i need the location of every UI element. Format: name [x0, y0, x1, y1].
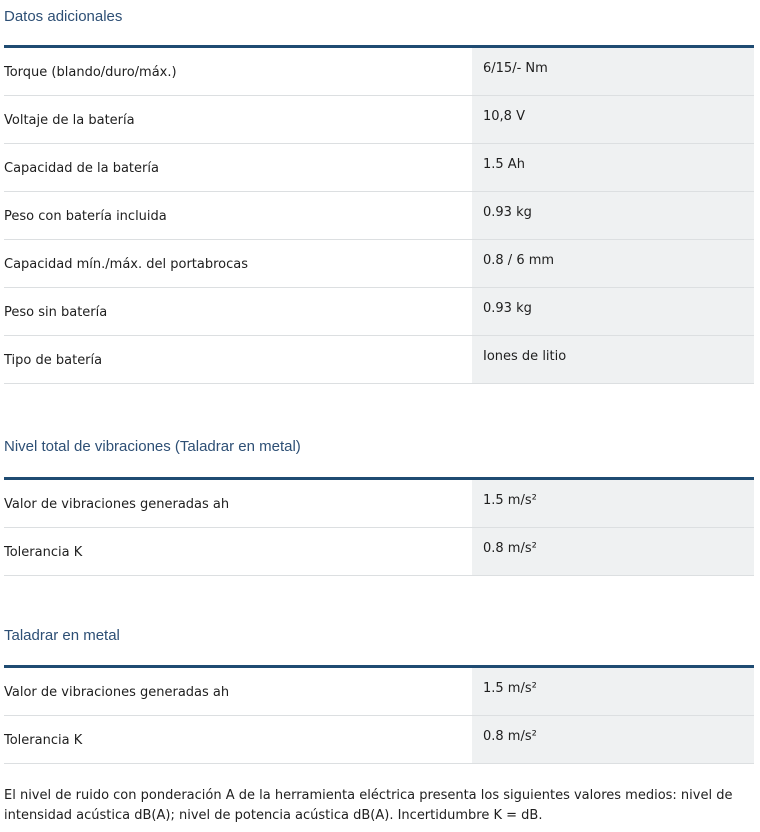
spec-value: 6/15/- Nm	[472, 48, 754, 95]
spec-label: Tipo de batería	[4, 353, 103, 368]
table-row: Peso sin batería 0.93 kg	[4, 288, 754, 336]
spec-label: Valor de vibraciones generadas ah	[4, 497, 230, 512]
spec-value: 1.5 m/s²	[472, 668, 754, 715]
spec-label: Valor de vibraciones generadas ah	[4, 685, 230, 700]
spec-table-nivel-total-vibraciones: Valor de vibraciones generadas ah 1.5 m/…	[4, 477, 754, 576]
table-row: Torque (blando/duro/máx.) 6/15/- Nm	[4, 48, 754, 96]
spec-label: Tolerancia K	[4, 545, 83, 560]
spec-label: Voltaje de la batería	[4, 113, 135, 128]
spec-table-datos-adicionales: Torque (blando/duro/máx.) 6/15/- Nm Volt…	[4, 45, 754, 384]
spec-label: Capacidad de la batería	[4, 161, 159, 176]
spec-value: 10,8 V	[472, 96, 754, 143]
spec-value: 0.8 m/s²	[472, 716, 754, 763]
spec-value: 0.8 m/s²	[472, 528, 754, 575]
spec-label: Torque (blando/duro/máx.)	[4, 65, 177, 80]
section-title-datos-adicionales: Datos adicionales	[4, 8, 123, 25]
spec-value: 0.93 kg	[472, 288, 754, 335]
table-row: Tipo de batería Iones de litio	[4, 336, 754, 384]
spec-value: 1.5 Ah	[472, 144, 754, 191]
table-row: Capacidad mín./máx. del portabrocas 0.8 …	[4, 240, 754, 288]
spec-table-taladrar-en-metal: Valor de vibraciones generadas ah 1.5 m/…	[4, 665, 754, 764]
table-row: Valor de vibraciones generadas ah 1.5 m/…	[4, 668, 754, 716]
spec-label: Tolerancia K	[4, 733, 83, 748]
table-row: Tolerancia K 0.8 m/s²	[4, 528, 754, 576]
noise-level-note: El nivel de ruido con ponderación A de l…	[4, 788, 733, 823]
table-row: Valor de vibraciones generadas ah 1.5 m/…	[4, 480, 754, 528]
section-title-taladrar-en-metal: Taladrar en metal	[4, 627, 120, 644]
section-title-nivel-total-vibraciones: Nivel total de vibraciones (Taladrar en …	[4, 438, 301, 455]
spec-label: Peso con batería incluida	[4, 209, 167, 224]
spec-label: Peso sin batería	[4, 305, 108, 320]
table-row: Tolerancia K 0.8 m/s²	[4, 716, 754, 764]
spec-label: Capacidad mín./máx. del portabrocas	[4, 257, 248, 272]
table-row: Voltaje de la batería 10,8 V	[4, 96, 754, 144]
table-row: Capacidad de la batería 1.5 Ah	[4, 144, 754, 192]
spec-value: 0.93 kg	[472, 192, 754, 239]
spec-value: 0.8 / 6 mm	[472, 240, 754, 287]
spec-value: Iones de litio	[472, 336, 754, 383]
table-row: Peso con batería incluida 0.93 kg	[4, 192, 754, 240]
spec-value: 1.5 m/s²	[472, 480, 754, 527]
